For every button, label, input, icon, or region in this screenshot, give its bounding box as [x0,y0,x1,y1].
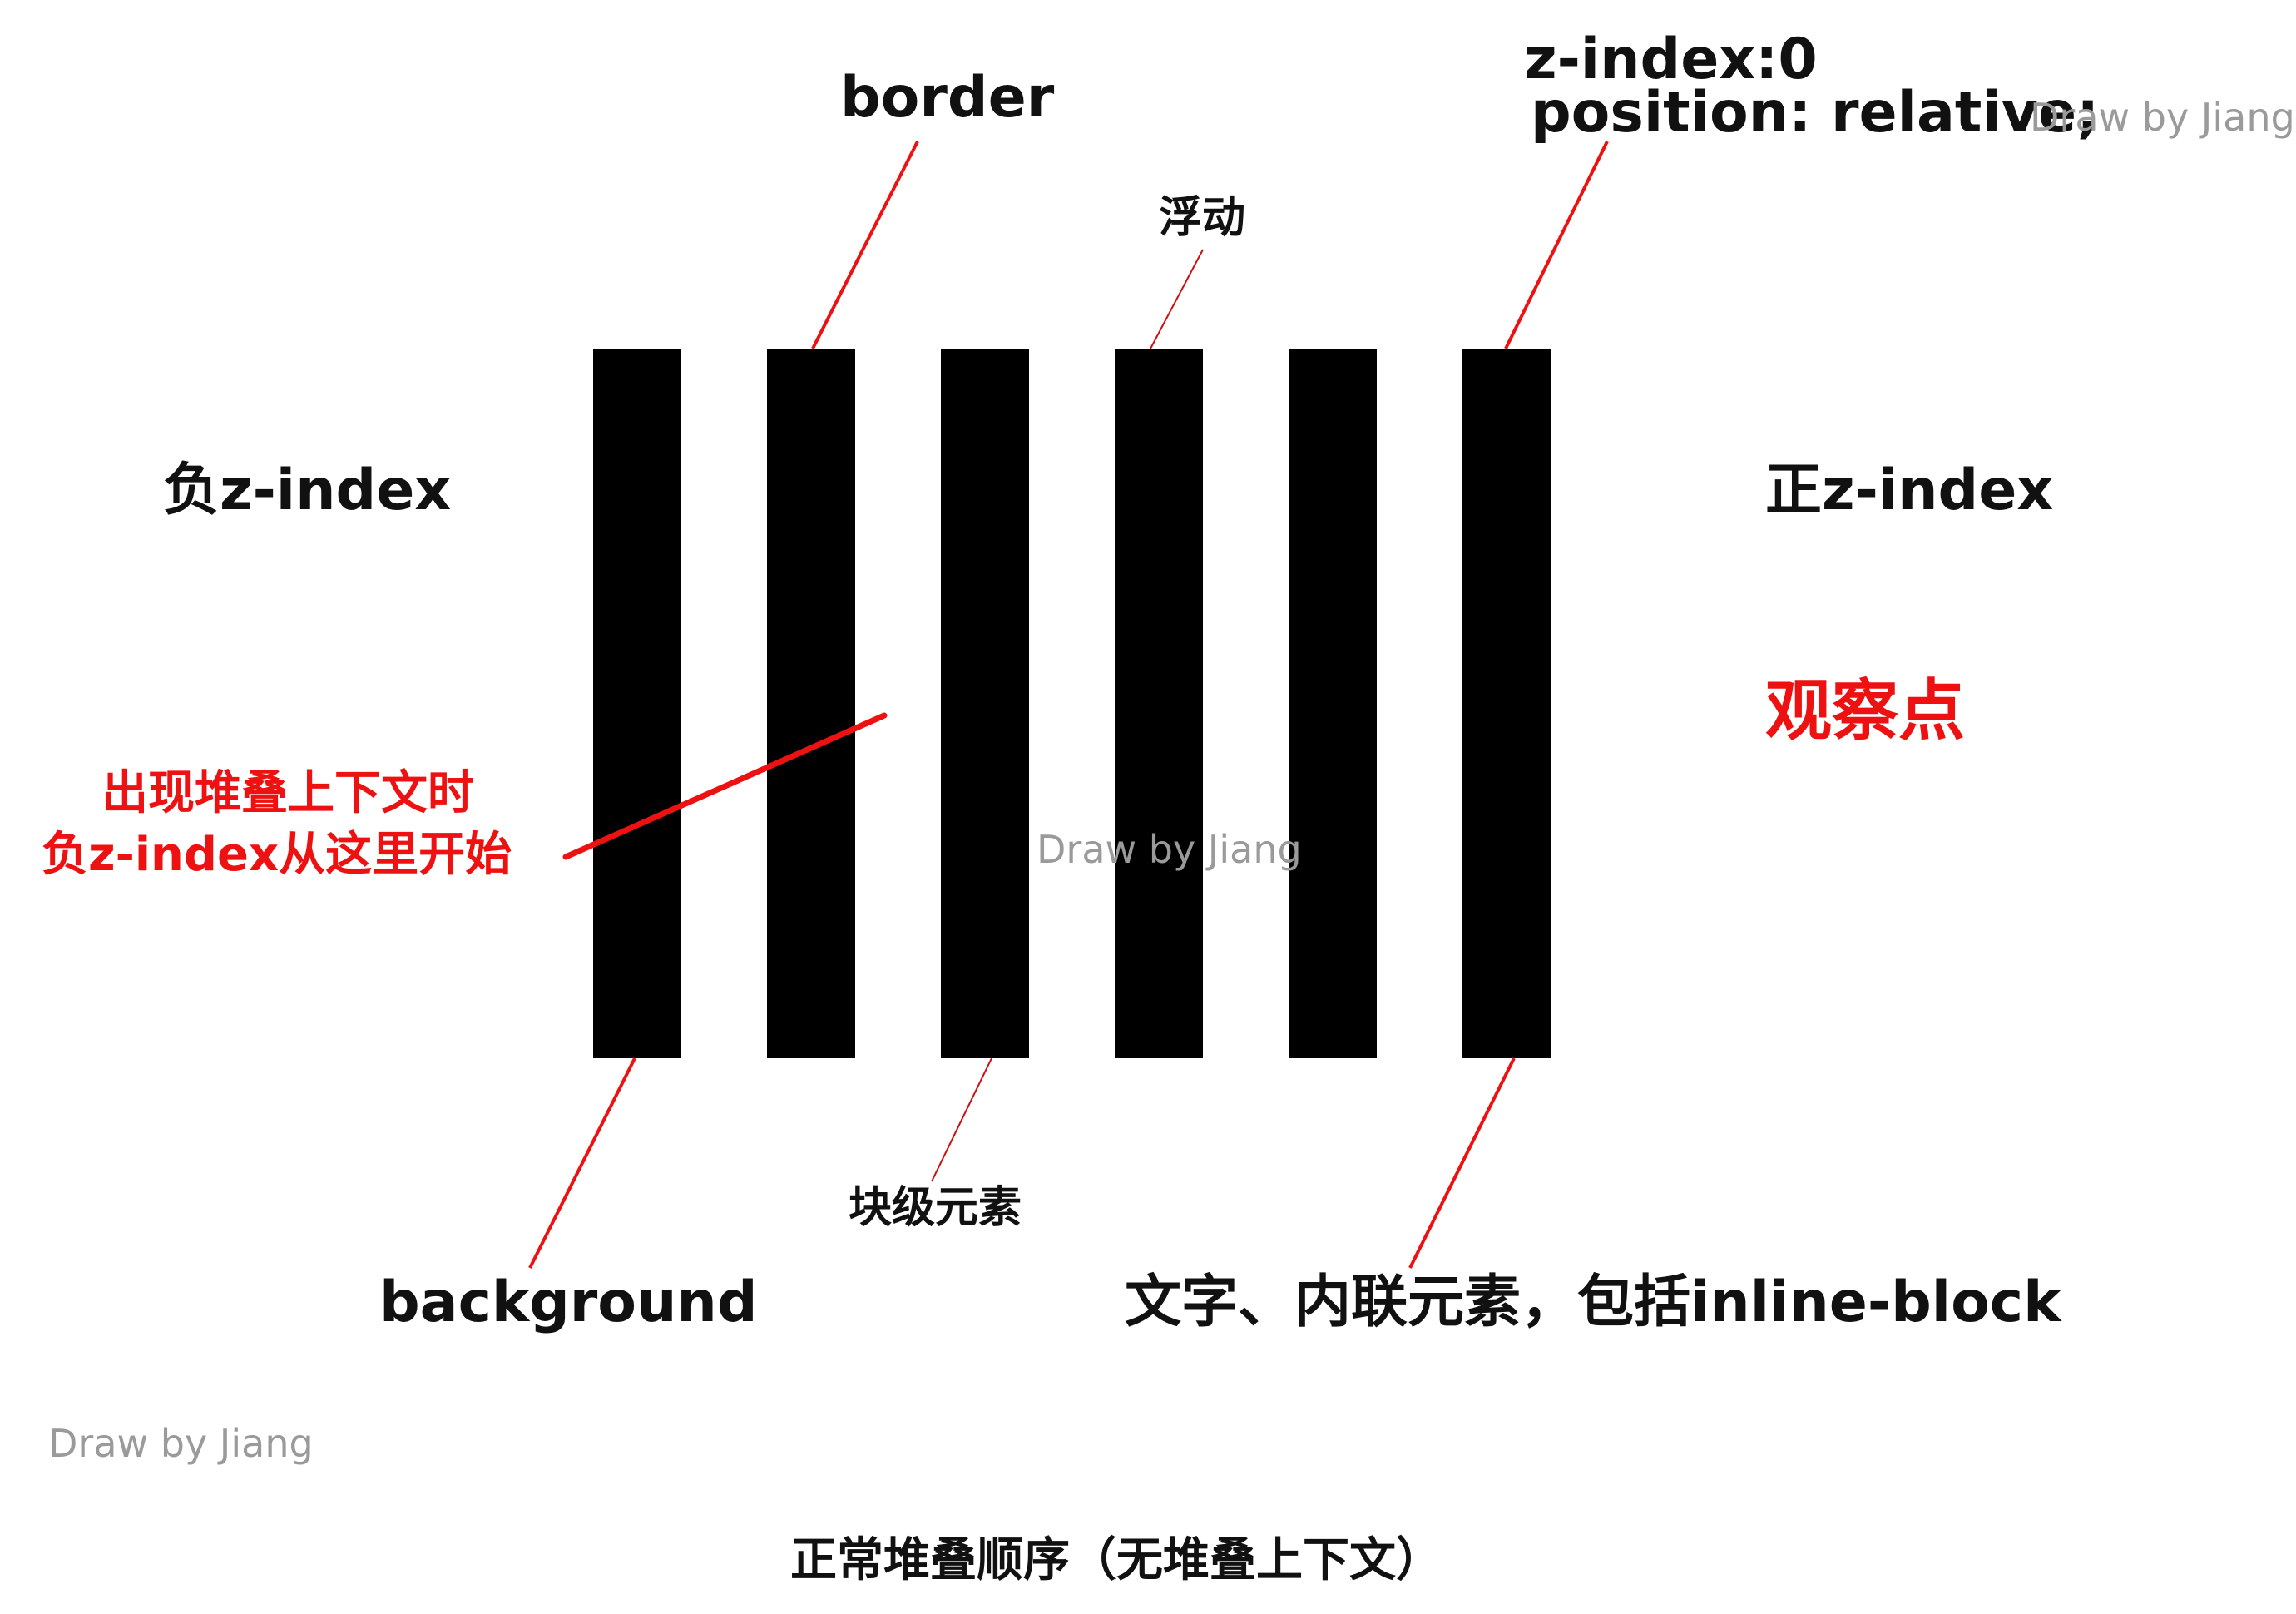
label-negative-start-line2: 负z-index从这里开始 [42,828,512,882]
label-negative-start-line1: 出现堆叠上下文时 [101,766,474,820]
layer-bar-zindex-zero [1462,349,1551,1058]
label-border: border [840,65,1055,131]
leader-line-block-element [931,1057,992,1182]
layer-bar-inline [1289,349,1377,1058]
leader-line-zindex-zero [1504,141,1609,349]
watermark-top-right: Draw by Jiang [2030,95,2295,140]
leader-line-inline [1408,1057,1516,1269]
stacking-order-diagram: border 浮动 z-index:0 position: relative; … [0,0,2296,1614]
watermark-center: Draw by Jiang [1037,827,1302,872]
layer-bar-block-element [941,349,1029,1058]
watermark-bottom-left: Draw by Jiang [48,1421,314,1466]
label-float: 浮动 [1159,193,1246,243]
leader-line-border [811,141,919,349]
label-block-element: 块级元素 [849,1183,1022,1233]
layer-bar-background [593,349,681,1058]
diagram-caption: 正常堆叠顺序（无堆叠上下文） [790,1533,1442,1587]
leader-line-float [1150,249,1204,349]
label-positive-zindex: 正z-index [1765,458,2054,523]
label-observation-point: 观察点 [1765,672,1965,750]
label-inline-text: 文字、内联元素，包括inline-block [1125,1270,2061,1335]
label-background: background [379,1270,758,1335]
label-zindex-zero-line2: position: relative; [1531,80,2100,146]
layer-bar-border [767,349,855,1058]
layer-bar-float [1115,349,1203,1058]
leader-line-background [528,1057,636,1269]
label-negative-zindex: 负z-index [163,458,452,523]
